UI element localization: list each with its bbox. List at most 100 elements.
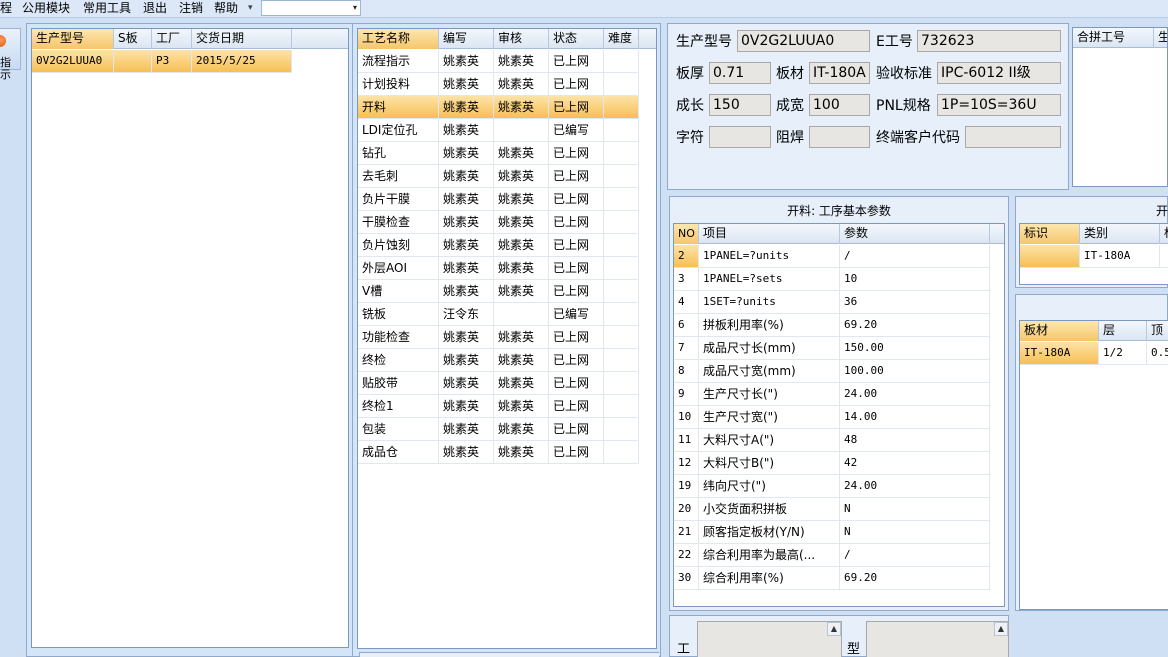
column-header-merge-job-no[interactable]: 合拼工号 bbox=[1073, 28, 1154, 48]
column-header-param[interactable]: 参数 bbox=[840, 224, 990, 244]
table-row[interactable]: 贴胶带 姚素英 姚素英 已上网 bbox=[358, 372, 639, 395]
table-row[interactable]: 9 生产尺寸长(") 24.00 bbox=[674, 383, 990, 406]
table-row[interactable]: 包装 姚素英 姚素英 已上网 bbox=[358, 418, 639, 441]
table-row[interactable]: 0V2G2LUUA0 P3 2015/5/25 bbox=[32, 50, 292, 73]
legend-field[interactable] bbox=[709, 126, 771, 148]
acceptance-standard-field[interactable]: IPC-6012 II级 bbox=[937, 62, 1061, 84]
param-no: 2 bbox=[674, 245, 699, 267]
end-customer-code-field[interactable] bbox=[965, 126, 1061, 148]
menu-item-help[interactable]: 帮助 bbox=[214, 0, 238, 16]
right-top-frame: 开 标识 类别 标 IT-180A bbox=[1015, 196, 1168, 288]
column-header-material[interactable]: 板材 bbox=[1020, 321, 1099, 341]
column-header-merge-model[interactable]: 生 bbox=[1154, 28, 1167, 48]
process-reviewer: 姚素英 bbox=[494, 280, 549, 302]
column-header-delivery-date[interactable]: 交货日期 bbox=[192, 29, 292, 49]
table-row[interactable]: 20 小交货面积拼板 N bbox=[674, 498, 990, 521]
thickness-field[interactable]: 0.71 bbox=[709, 62, 771, 84]
table-row[interactable]: 终检 姚素英 姚素英 已上网 bbox=[358, 349, 639, 372]
menu-item-process[interactable]: 程 bbox=[0, 0, 12, 16]
column-header-process-name[interactable]: 工艺名称 bbox=[358, 29, 439, 49]
table-row[interactable]: 流程指示 姚素英 姚素英 已上网 bbox=[358, 50, 639, 73]
chevron-down-icon[interactable]: ▾ bbox=[353, 1, 357, 15]
table-row[interactable]: 钻孔 姚素英 姚素英 已上网 bbox=[358, 142, 639, 165]
table-row[interactable]: 终检1 姚素英 姚素英 已上网 bbox=[358, 395, 639, 418]
process-status: 已上网 bbox=[549, 142, 604, 164]
bottom-text-b[interactable]: ▲ bbox=[866, 621, 1009, 657]
pnl-spec-field[interactable]: 1P=10S=36U bbox=[937, 94, 1061, 116]
right-top-category: IT-180A bbox=[1080, 245, 1160, 267]
material-field[interactable]: IT-180A bbox=[809, 62, 870, 84]
menu-item-common-tools[interactable]: 常用工具 bbox=[83, 0, 131, 16]
menu-combo-box[interactable]: ▾ bbox=[261, 0, 361, 16]
table-row[interactable]: V槽 姚素英 姚素英 已上网 bbox=[358, 280, 639, 303]
length-field[interactable]: 150 bbox=[709, 94, 771, 116]
eng-no-field[interactable]: 732623 bbox=[917, 30, 1061, 52]
table-row[interactable]: 负片蚀刻 姚素英 姚素英 已上网 bbox=[358, 234, 639, 257]
process-author: 姚素英 bbox=[439, 188, 494, 210]
column-header-mark[interactable]: 标识 bbox=[1020, 224, 1080, 244]
menu-item-exit[interactable]: 退出 bbox=[143, 0, 167, 16]
process-reviewer: 姚素英 bbox=[494, 441, 549, 463]
table-row[interactable]: 11 大料尺寸A(") 48 bbox=[674, 429, 990, 452]
table-row[interactable]: 成品仓 姚素英 姚素英 已上网 bbox=[358, 441, 639, 464]
table-row[interactable]: 19 纬向尺寸(") 24.00 bbox=[674, 475, 990, 498]
param-no: 21 bbox=[674, 521, 699, 543]
table-row[interactable]: LDI定位孔 姚素英 已编写 bbox=[358, 119, 639, 142]
menu-item-common-modules[interactable]: 公用模块 bbox=[22, 0, 70, 16]
table-row[interactable]: 负片干膜 姚素英 姚素英 已上网 bbox=[358, 188, 639, 211]
table-row[interactable]: 干膜检查 姚素英 姚素英 已上网 bbox=[358, 211, 639, 234]
column-header-difficulty[interactable]: 难度 bbox=[604, 29, 639, 49]
table-row[interactable]: 22 综合利用率为最高(... / bbox=[674, 544, 990, 567]
column-header-extra[interactable]: 标 bbox=[1160, 224, 1168, 244]
process-name: 功能检查 bbox=[358, 326, 439, 348]
column-header-factory[interactable]: 工厂 bbox=[152, 29, 192, 49]
bottom-text-a[interactable]: ▲ bbox=[697, 621, 842, 657]
stop-toolbar-button[interactable]: 指示 bbox=[0, 28, 21, 81]
column-header-author[interactable]: 编写 bbox=[439, 29, 494, 49]
column-header-category[interactable]: 类别 bbox=[1080, 224, 1160, 244]
menu-overflow-arrow-icon[interactable]: ▾ bbox=[248, 0, 253, 16]
scroll-up-icon[interactable]: ▲ bbox=[994, 622, 1008, 636]
params-title: 开料: 工序基本参数 bbox=[787, 204, 891, 218]
model-field[interactable]: 0V2G2LUUA0 bbox=[737, 30, 870, 52]
column-header-layer[interactable]: 层 bbox=[1099, 321, 1147, 341]
solder-mask-field[interactable] bbox=[809, 126, 870, 148]
table-row[interactable]: IT-180A bbox=[1020, 245, 1168, 268]
process-difficulty bbox=[604, 188, 639, 210]
table-row[interactable]: 10 生产尺寸宽(") 14.00 bbox=[674, 406, 990, 429]
table-row[interactable]: 4 1SET=?units 36 bbox=[674, 291, 990, 314]
table-row[interactable]: 8 成品尺寸宽(mm) 100.00 bbox=[674, 360, 990, 383]
table-row[interactable]: 30 综合利用率(%) 69.20 bbox=[674, 567, 990, 590]
table-row[interactable]: 12 大料尺寸B(") 42 bbox=[674, 452, 990, 475]
process-status: 已上网 bbox=[549, 395, 604, 417]
table-row[interactable]: 外层AOI 姚素英 姚素英 已上网 bbox=[358, 257, 639, 280]
table-row[interactable]: 2 1PANEL=?units / bbox=[674, 245, 990, 268]
table-row[interactable]: 6 拼板利用率(%) 69.20 bbox=[674, 314, 990, 337]
column-header-item[interactable]: 项目 bbox=[699, 224, 840, 244]
table-row[interactable]: 铣板 汪令东 已编写 bbox=[358, 303, 639, 326]
table-row[interactable]: 去毛刺 姚素英 姚素英 已上网 bbox=[358, 165, 639, 188]
width-field[interactable]: 100 bbox=[809, 94, 870, 116]
process-difficulty bbox=[604, 211, 639, 233]
table-row[interactable]: 3 1PANEL=?sets 10 bbox=[674, 268, 990, 291]
menu-item-logout[interactable]: 注销 bbox=[179, 0, 203, 16]
param-value: 48 bbox=[840, 429, 990, 451]
table-row[interactable]: 功能检查 姚素英 姚素英 已上网 bbox=[358, 326, 639, 349]
column-header-reviewer[interactable]: 审核 bbox=[494, 29, 549, 49]
param-item: 综合利用率为最高(... bbox=[699, 544, 840, 566]
table-row[interactable]: 计划投料 姚素英 姚素英 已上网 bbox=[358, 73, 639, 96]
column-header-s-board[interactable]: S板 bbox=[114, 29, 152, 49]
process-name: 流程指示 bbox=[358, 50, 439, 72]
right-bottom-material: IT-180A bbox=[1020, 342, 1099, 364]
column-header-status[interactable]: 状态 bbox=[549, 29, 604, 49]
scroll-up-icon[interactable]: ▲ bbox=[827, 622, 841, 636]
process-difficulty bbox=[604, 50, 639, 72]
column-header-model[interactable]: 生产型号 bbox=[32, 29, 114, 49]
table-row[interactable]: 开料 姚素英 姚素英 已上网 bbox=[358, 96, 639, 119]
param-value: 36 bbox=[840, 291, 990, 313]
table-row[interactable]: 21 顾客指定板材(Y/N) N bbox=[674, 521, 990, 544]
column-header-no[interactable]: NO bbox=[674, 224, 699, 244]
table-row[interactable]: IT-180A 1/2 0.5 bbox=[1020, 342, 1168, 365]
column-header-top[interactable]: 顶 bbox=[1147, 321, 1168, 341]
table-row[interactable]: 7 成品尺寸长(mm) 150.00 bbox=[674, 337, 990, 360]
